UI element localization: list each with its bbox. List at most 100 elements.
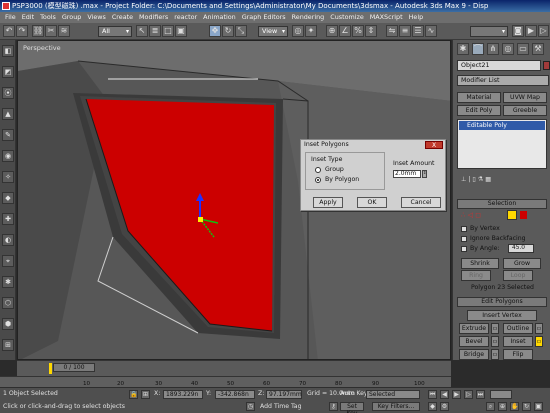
stack-item-editable-poly[interactable]: Editable Poly [459, 121, 545, 130]
select-rotate-icon[interactable]: ↻ [222, 25, 234, 37]
tool-icon-1[interactable]: ◧ [2, 45, 14, 57]
rect-selection-icon[interactable]: □ [162, 25, 174, 37]
inset-button[interactable]: Inset [503, 336, 533, 347]
select-manipulate-icon[interactable]: ✦ [305, 25, 317, 37]
create-tab-icon[interactable]: ✱ [457, 43, 469, 55]
key-mode-dropdown[interactable]: Selected [366, 390, 420, 399]
menu-modifiers[interactable]: Modifiers [136, 12, 171, 23]
render-setup-icon[interactable]: ◙ [512, 25, 524, 37]
absolute-mode-icon[interactable]: ⊞ [141, 390, 150, 399]
lock-selection-icon[interactable]: 🔒 [129, 390, 138, 399]
tool-icon-13[interactable]: ⬡ [2, 297, 14, 309]
outline-button[interactable]: Outline [503, 323, 533, 334]
quick-render-icon[interactable]: ▶ [525, 25, 537, 37]
motion-tab-icon[interactable]: ◎ [502, 43, 514, 55]
frame-counter[interactable]: 0 / 100 [53, 363, 95, 372]
render-last-icon[interactable]: ▷ [538, 25, 549, 37]
menu-graph-editors[interactable]: Graph Editors [239, 12, 289, 23]
maximize-viewport-icon[interactable]: ▣ [534, 402, 543, 411]
orbit-icon[interactable]: ↻ [522, 402, 531, 411]
auto-key-button[interactable]: Auto Key [340, 390, 368, 397]
by-vertex-checkbox[interactable] [461, 226, 467, 232]
bevel-settings-icon[interactable]: ▫ [491, 336, 499, 347]
tool-icon-10[interactable]: ◐ [2, 234, 14, 246]
menu-help[interactable]: Help [406, 12, 427, 23]
apply-button[interactable]: Apply [313, 197, 343, 208]
selection-rollout[interactable]: Selection [457, 199, 547, 209]
pin-stack-icon[interactable]: ⊥ | ▯ ⚗ ▦ [461, 176, 491, 183]
reference-coord-dropdown[interactable]: View [258, 26, 288, 37]
vertex-edge-mode-icons[interactable]: ∴ ◁ ◻ [461, 211, 481, 219]
extrude-settings-icon[interactable]: ▫ [491, 323, 499, 334]
pivot-center-icon[interactable]: ◎ [292, 25, 304, 37]
inset-settings-icon[interactable]: ▫ [535, 336, 543, 347]
angle-snap-icon[interactable]: ∠ [339, 25, 351, 37]
snaps-toggle-icon[interactable]: ⊕ [326, 25, 338, 37]
app-icon[interactable] [2, 2, 10, 10]
tool-icon-11[interactable]: ⌖ [2, 255, 14, 267]
display-tab-icon[interactable]: ▭ [517, 43, 529, 55]
window-crossing-icon[interactable]: ▣ [175, 25, 187, 37]
tool-icon-6[interactable]: ◉ [2, 150, 14, 162]
tool-icon-12[interactable]: ✱ [2, 276, 14, 288]
tool-icon-5[interactable]: ✎ [2, 129, 14, 141]
element-mode-icon[interactable] [520, 211, 527, 219]
set-key-button[interactable]: Set Key [340, 402, 364, 413]
x-coordinate-field[interactable]: 1893.229n [163, 390, 203, 399]
object-color-swatch[interactable] [543, 61, 550, 70]
grow-button[interactable]: Grow [503, 258, 541, 269]
polygon-mode-icon[interactable] [507, 210, 517, 220]
curve-editor-icon[interactable]: ∿ [425, 25, 437, 37]
select-by-name-icon[interactable]: ≣ [149, 25, 161, 37]
edit-poly-button[interactable]: Edit Poly [457, 105, 501, 116]
named-selection-dropdown[interactable] [470, 26, 508, 37]
zoom-all-icon[interactable]: ⊕ [498, 402, 507, 411]
tool-icon-14[interactable]: ⬢ [2, 318, 14, 330]
flip-button[interactable]: Flip [503, 349, 533, 360]
dialog-title[interactable]: Inset Polygons [301, 140, 445, 149]
select-scale-icon[interactable]: ⤡ [235, 25, 247, 37]
undo-icon[interactable]: ↶ [3, 25, 15, 37]
pan-icon[interactable]: ✋ [510, 402, 519, 411]
bridge-button[interactable]: Bridge [459, 349, 489, 360]
key-mode-toggle-icon[interactable]: ◆ [428, 402, 437, 411]
edit-polygons-rollout[interactable]: Edit Polygons [457, 297, 547, 307]
layer-manager-icon[interactable]: ☰ [412, 25, 424, 37]
cancel-button[interactable]: Cancel [401, 197, 441, 208]
time-slider-handle[interactable] [49, 363, 52, 374]
ok-button[interactable]: OK [357, 197, 387, 208]
key-filters-button[interactable]: Key Filters... [372, 402, 420, 411]
uvw-map-button[interactable]: UVW Map [503, 92, 547, 103]
tool-icon-4[interactable]: ▲ [2, 108, 14, 120]
modifier-list-dropdown[interactable]: Modifier List [457, 75, 549, 86]
current-frame-field[interactable] [490, 390, 512, 399]
ignore-backfacing-checkbox[interactable] [461, 236, 467, 242]
menu-maxscript[interactable]: MAXScript [367, 12, 406, 23]
set-key-icon[interactable]: ⚷ [329, 402, 338, 411]
add-time-tag[interactable]: Add Time Tag [260, 403, 302, 410]
outline-settings-icon[interactable]: ▫ [535, 323, 543, 334]
track-bar[interactable]: 10 20 30 40 50 60 70 80 90 100 [0, 376, 451, 387]
menu-create[interactable]: Create [109, 12, 136, 23]
mirror-icon[interactable]: ⇋ [386, 25, 398, 37]
hierarchy-tab-icon[interactable]: ⋔ [487, 43, 499, 55]
tool-icon-15[interactable]: ⊞ [2, 339, 14, 351]
menu-edit[interactable]: Edit [19, 12, 37, 23]
selection-filter-dropdown[interactable]: All [98, 26, 132, 37]
ring-button[interactable]: Ring [461, 270, 491, 281]
radio-group[interactable] [315, 167, 321, 173]
menu-tools[interactable]: Tools [37, 12, 59, 23]
by-angle-input[interactable]: 45.0 [508, 244, 534, 253]
menu-rendering[interactable]: Rendering [289, 12, 328, 23]
tool-icon-3[interactable]: ⦿ [2, 87, 14, 99]
link-icon[interactable]: ⛓ [32, 25, 44, 37]
by-angle-checkbox[interactable] [461, 246, 467, 252]
menu-group[interactable]: Group [59, 12, 84, 23]
loop-button[interactable]: Loop [503, 270, 533, 281]
inset-amount-input[interactable]: 2.0mm [393, 170, 421, 178]
viewport-label[interactable]: Perspective [23, 44, 61, 52]
extrude-button[interactable]: Extrude [459, 323, 489, 334]
redo-icon[interactable]: ↷ [16, 25, 28, 37]
object-name-field[interactable]: Object21 [457, 60, 541, 71]
play-icon[interactable]: ▶ [452, 390, 461, 399]
